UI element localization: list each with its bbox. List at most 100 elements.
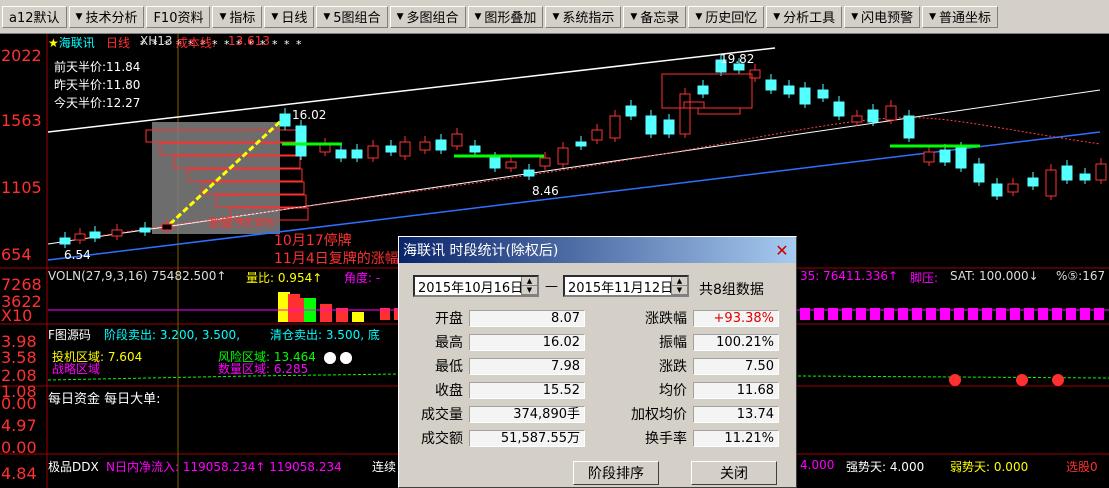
dropdown-icon: ▼ [219, 11, 227, 22]
candle [885, 105, 897, 121]
stat-row-right: 涨跌 7.50 [605, 357, 779, 375]
candle [539, 157, 551, 167]
date-from-field[interactable]: 2015年10月16日 ▲ ▼ [413, 275, 539, 297]
stat-label: 换手率 [645, 431, 687, 447]
candle [663, 119, 675, 135]
stat-label: 均价 [659, 383, 687, 399]
stat-value: 7.50 [693, 357, 779, 375]
cost-line-value: 13.613 [228, 34, 270, 48]
fund-axis-3: 0.00 [1, 438, 37, 457]
dropdown-icon: ▼ [552, 11, 560, 22]
toolbar-item-label: 多图组合 [406, 11, 459, 26]
toolbar-item[interactable]: ▼ 历史回忆 [688, 5, 765, 28]
candle [817, 89, 829, 99]
toolbar-item[interactable]: ▼ 技术分析 [68, 5, 145, 28]
low-mark-2: 6.54 [64, 248, 91, 262]
dropdown-icon: ▼ [323, 11, 331, 22]
date-to-field[interactable]: 2015年11月12日 ▲ ▼ [563, 275, 689, 297]
date-from-spinner[interactable]: ▲ ▼ [521, 277, 537, 295]
stage-sort-button[interactable]: 阶段排序 [573, 461, 659, 485]
stat-row: 开盘 8.07 [399, 309, 585, 327]
half-price-1: 前天半价:11.84 [54, 60, 141, 74]
stat-label: 成交额 [421, 431, 463, 447]
stat-label: 加权均价 [631, 407, 687, 423]
candle [591, 129, 603, 141]
toolbar-item[interactable]: ▼ 日线 [264, 5, 315, 28]
toolbar-item-label: 系统指示 [562, 11, 615, 26]
candle [451, 133, 463, 147]
candle [111, 229, 123, 237]
date-to-spinner[interactable]: ▲ ▼ [671, 277, 687, 295]
dropdown-icon: ▼ [630, 11, 638, 22]
stat-value: 11.21% [693, 429, 779, 447]
code-sell: 阶段卖出: 3.200, 3.500, [104, 328, 241, 342]
annotation-suspend: 10月17停牌 [274, 233, 352, 249]
toolbar-item-label: 备忘录 [640, 11, 680, 26]
toolbar-item[interactable]: ▼ 普通坐标 [922, 5, 999, 28]
toolbar-item[interactable]: ▼ 分析工具 [766, 5, 843, 28]
close-button[interactable]: 关闭 [691, 461, 777, 485]
toolbar-item[interactable]: ▼ 系统指示 [545, 5, 622, 28]
toolbar: a12默认 ▼ 技术分析 F10资料 ▼ 指标 ▼ 日线 ▼ 5图组合 ▼ 多图组合 ▼ 图形叠加 ▼ 系统指… [0, 0, 1109, 34]
signal-dot: * [272, 38, 278, 51]
code-bottom: 战略区域 [52, 362, 101, 376]
toolbar-item[interactable]: ▼ 多图组合 [389, 5, 466, 28]
tag-label: XH13 [140, 34, 173, 48]
vol-pressure: 脚压: [910, 271, 939, 285]
candle [1007, 183, 1019, 193]
range-text: 涨幅 93.4% [208, 216, 274, 230]
toolbar-item[interactable]: ▼ 闪电预警 [844, 5, 921, 28]
dropdown-icon: ▼ [474, 11, 482, 22]
toolbar-item-label: 5图组合 [333, 11, 381, 26]
candle [939, 149, 951, 163]
ddx-link: 连续 [372, 460, 397, 474]
stat-value: 374,890手 [469, 405, 585, 423]
high-mark: 19.82 [720, 52, 755, 66]
toolbar-item[interactable]: F10资料 [146, 5, 211, 28]
toolbar-item[interactable]: ▼ 备忘录 [623, 5, 687, 28]
dialog-title: 海联讯 时段统计(除权后) [403, 243, 559, 259]
candle [851, 115, 863, 123]
toolbar-item-label: 普通坐标 [939, 11, 992, 26]
stat-row-right: 均价 11.68 [605, 381, 779, 399]
price-axis-2: 1563 [1, 111, 42, 130]
stat-value: 13.74 [693, 405, 779, 423]
stat-label: 涨跌 [659, 359, 687, 375]
data-count: 共8组数据 [699, 282, 764, 298]
candle [59, 237, 71, 245]
toolbar-item[interactable]: ▼ 5图组合 [316, 5, 388, 28]
code-header: F图源码 [48, 328, 91, 342]
ddx-strong: 强势天: 4.000 [846, 460, 925, 474]
stat-label: 收盘 [435, 383, 463, 399]
toolbar-item[interactable]: ▼ 指标 [212, 5, 263, 28]
price-axis-3: 1105 [1, 178, 42, 197]
volume-bar [352, 312, 364, 322]
stat-value: 15.52 [469, 381, 585, 399]
ddx-right: 4.000 [800, 458, 835, 472]
candle [351, 149, 363, 159]
candle [489, 157, 501, 169]
dialog-titlebar[interactable]: 海联讯 时段统计(除权后) ✕ [399, 237, 796, 263]
candle [625, 105, 637, 117]
candle [645, 115, 657, 135]
candle [1061, 165, 1073, 181]
toolbar-item[interactable]: a12默认 [2, 5, 67, 28]
stat-value: 7.98 [469, 357, 585, 375]
stat-label: 成交量 [421, 407, 463, 423]
candle [557, 147, 569, 165]
toolbar-item[interactable]: ▼ 图形叠加 [467, 5, 544, 28]
candle [523, 169, 535, 177]
candle [335, 149, 347, 159]
candle [161, 223, 173, 231]
candle [903, 115, 915, 139]
dropdown-icon: ▼ [851, 11, 859, 22]
volume-bar [320, 304, 332, 322]
candle [697, 85, 709, 95]
close-icon[interactable]: ✕ [772, 241, 792, 260]
candle [833, 101, 845, 117]
candle [1027, 177, 1039, 187]
candle [435, 139, 447, 151]
period-stats-dialog: 海联讯 时段统计(除权后) ✕ 2015年10月16日 ▲ ▼ — 2015年11… [398, 236, 797, 488]
vol-axis-3: X10 [1, 306, 33, 325]
stat-value: 8.07 [469, 309, 585, 327]
